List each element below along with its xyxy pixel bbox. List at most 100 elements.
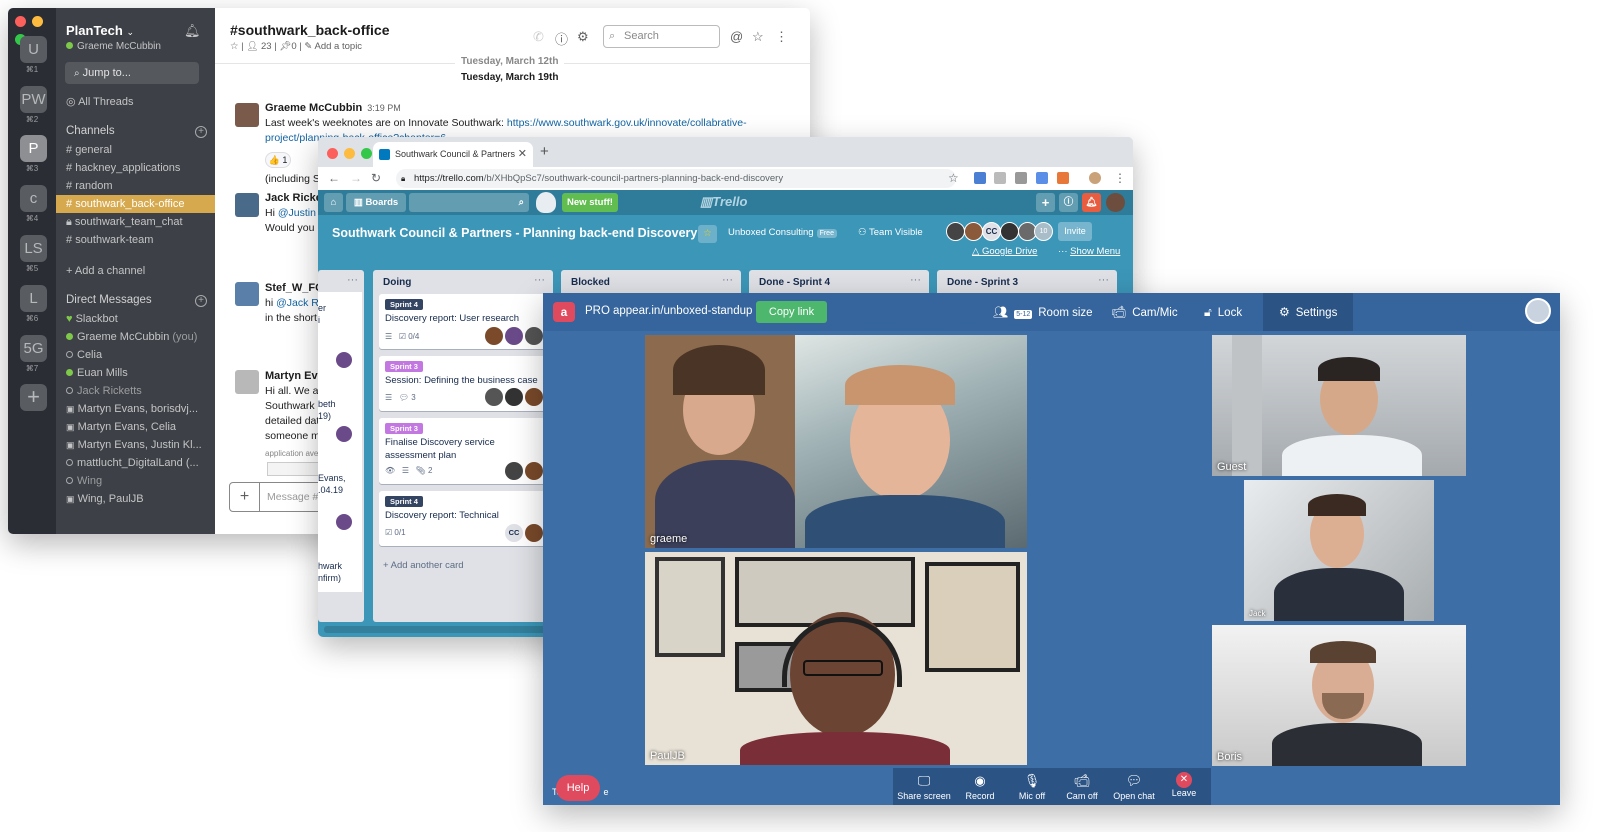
open-chat-button[interactable]: 💬︎ Open chat — [1107, 768, 1161, 805]
mentions-icon[interactable]: @ — [730, 29, 743, 44]
settings-button[interactable]: ⚙ Settings — [1263, 293, 1354, 331]
trello-card[interactable]: Sprint 4 Discovery report: Technical ☑ 0… — [379, 491, 547, 546]
bookmark-star-icon[interactable]: ☆ — [948, 171, 959, 185]
list-title[interactable]: Done - Sprint 3 — [947, 277, 1018, 288]
dm-item[interactable]: ▣ Martyn Evans, Justin Kl... — [56, 436, 215, 454]
menu-icon[interactable]: ⋮ — [1114, 171, 1126, 185]
list-title[interactable]: Doing — [383, 277, 411, 288]
show-menu-link[interactable]: ··· Show Menu — [1058, 246, 1120, 257]
list-menu-icon[interactable]: ··· — [722, 274, 733, 286]
cam-off-button[interactable]: 📹︎ Cam off — [1055, 768, 1109, 805]
camera-icon[interactable] — [1015, 172, 1027, 184]
trello-search-input[interactable]: ⌕ — [409, 193, 529, 212]
list-menu-icon[interactable]: ··· — [910, 274, 921, 286]
members-icon[interactable]: 👤︎ — [246, 41, 258, 52]
channel-item[interactable]: # random — [56, 177, 215, 195]
dm-item[interactable]: mattlucht_DigitalLand (... — [56, 454, 215, 472]
list-menu-icon[interactable]: ··· — [1098, 274, 1109, 286]
create-button[interactable]: + — [1036, 193, 1055, 212]
room-size-button[interactable]: 👥︎ 5-12 Room size — [993, 293, 1093, 331]
url-input[interactable]: 🔒︎ https://trello.com/b/XHbQpSc7/southwar… — [396, 169, 956, 188]
workspace-u[interactable]: U — [20, 36, 47, 63]
home-icon[interactable]: ⌂ — [324, 193, 343, 212]
dm-item[interactable]: ▣ Wing, PaulJB — [56, 490, 215, 508]
boards-button[interactable]: ▥ Boards — [346, 193, 406, 212]
dm-item[interactable]: Celia — [56, 346, 215, 364]
video-tile-graeme[interactable]: graeme — [645, 335, 1027, 548]
pin-icon[interactable]: 📌︎ — [279, 41, 291, 52]
dm-item[interactable]: Graeme McCubbin (you) — [56, 328, 215, 346]
add-channel-icon[interactable]: + — [195, 126, 207, 138]
lock-button[interactable]: 🔓︎ Lock — [1204, 293, 1242, 331]
jump-to-input[interactable]: ⌕ Jump to... — [65, 62, 199, 84]
close-tab-icon[interactable]: ✕ — [518, 142, 527, 167]
member-avatar[interactable] — [964, 222, 983, 241]
star-icon[interactable]: ☆ — [230, 41, 239, 52]
member-count[interactable]: 10 — [1034, 222, 1053, 241]
share-screen-button[interactable]: 🖵︎ Share screen — [895, 768, 953, 805]
workspace-p[interactable]: P — [20, 135, 47, 162]
list-menu-icon[interactable]: ··· — [347, 274, 358, 286]
extension-icon[interactable] — [1057, 172, 1069, 184]
channels-heading[interactable]: Channels — [66, 125, 115, 137]
new-stuff-button[interactable]: New stuff! — [562, 193, 618, 212]
add-channel-link[interactable]: + Add a channel — [56, 262, 215, 280]
add-workspace-button[interactable]: + — [20, 384, 47, 411]
trello-logo[interactable]: ▥Trello — [700, 194, 747, 210]
video-tile-guest[interactable]: Guest — [1212, 335, 1466, 476]
back-icon[interactable]: ← — [328, 171, 340, 185]
dm-item[interactable]: Euan Mills — [56, 364, 215, 382]
reaction-badge[interactable]: 👍 1 — [265, 152, 291, 168]
maximize-window-button[interactable] — [361, 148, 372, 159]
profile-avatar[interactable] — [1106, 193, 1125, 212]
minimize-window-button[interactable] — [344, 148, 355, 159]
mail-icon[interactable] — [1036, 172, 1048, 184]
team-name[interactable]: PlanTech ⌄ — [66, 23, 134, 38]
google-drive-link[interactable]: △ Google Drive — [972, 246, 1037, 257]
list-title[interactable]: Blocked — [571, 277, 610, 288]
video-tile-boris[interactable]: Boris — [1212, 625, 1466, 766]
channel-item-active[interactable]: # southwark_back-office — [56, 195, 215, 213]
avatar[interactable] — [235, 193, 259, 217]
star-icon[interactable]: ☆ — [752, 29, 764, 45]
channel-item[interactable]: # general — [56, 141, 215, 159]
avatar[interactable] — [235, 103, 259, 127]
mic-off-button[interactable]: 🎙︎ Mic off — [1005, 768, 1059, 805]
attach-button[interactable]: + — [230, 483, 260, 511]
add-topic-link[interactable]: Add a topic — [315, 41, 363, 52]
board-title[interactable]: Southwark Council & Partners - Planning … — [332, 226, 697, 240]
dm-item[interactable]: Wing — [56, 472, 215, 490]
workspace-5g[interactable]: 5G — [20, 335, 47, 362]
team-name[interactable]: Unboxed Consulting Free — [728, 227, 837, 238]
member-avatar[interactable] — [1000, 222, 1019, 241]
video-tile-pauljb[interactable]: PaulJB — [645, 552, 1027, 765]
trello-card[interactable]: Sprint 3 Finalise Discovery service asse… — [379, 418, 547, 484]
dm-item[interactable]: ▣ Martyn Evans, borisdvj... — [56, 400, 215, 418]
info-icon[interactable]: ⓘ — [1059, 193, 1078, 212]
dm-item[interactable]: Jack Ricketts — [56, 382, 215, 400]
dm-item[interactable]: ▣ Martyn Evans, Celia — [56, 418, 215, 436]
add-card-button[interactable]: + Add another card — [383, 560, 464, 571]
info-icon[interactable]: ⓘ — [555, 29, 568, 48]
workspace-c[interactable]: c — [20, 185, 47, 212]
channel-item[interactable]: # southwark-team — [56, 231, 215, 249]
channel-item[interactable]: 🔒︎ southwark_team_chat — [56, 213, 215, 231]
phone-icon[interactable]: ✆ — [533, 29, 544, 45]
list-title[interactable]: Done - Sprint 4 — [759, 277, 830, 288]
trello-card[interactable]: Sprint 3 Session: Defining the business … — [379, 356, 547, 411]
extension-icon[interactable] — [994, 172, 1006, 184]
member-avatar[interactable] — [946, 222, 965, 241]
avatar[interactable] — [235, 370, 259, 394]
profile-avatar[interactable] — [1089, 172, 1101, 184]
reload-icon[interactable]: ↻ — [371, 171, 381, 185]
extension-icon[interactable] — [974, 172, 986, 184]
channel-title[interactable]: #southwark_back-office — [230, 22, 390, 38]
more-icon[interactable]: ⋮ — [775, 29, 788, 45]
message-author[interactable]: Graeme McCubbin 3:19 PM — [265, 102, 401, 114]
user-avatar[interactable] — [1525, 298, 1551, 324]
gear-icon[interactable]: ⚙ — [577, 29, 589, 45]
dm-item[interactable]: ♥ Slackbot — [56, 310, 215, 328]
close-window-button[interactable] — [327, 148, 338, 159]
browser-tab[interactable]: Southwark Council & Partners ✕ — [373, 142, 533, 167]
help-button[interactable]: Help — [556, 775, 600, 801]
